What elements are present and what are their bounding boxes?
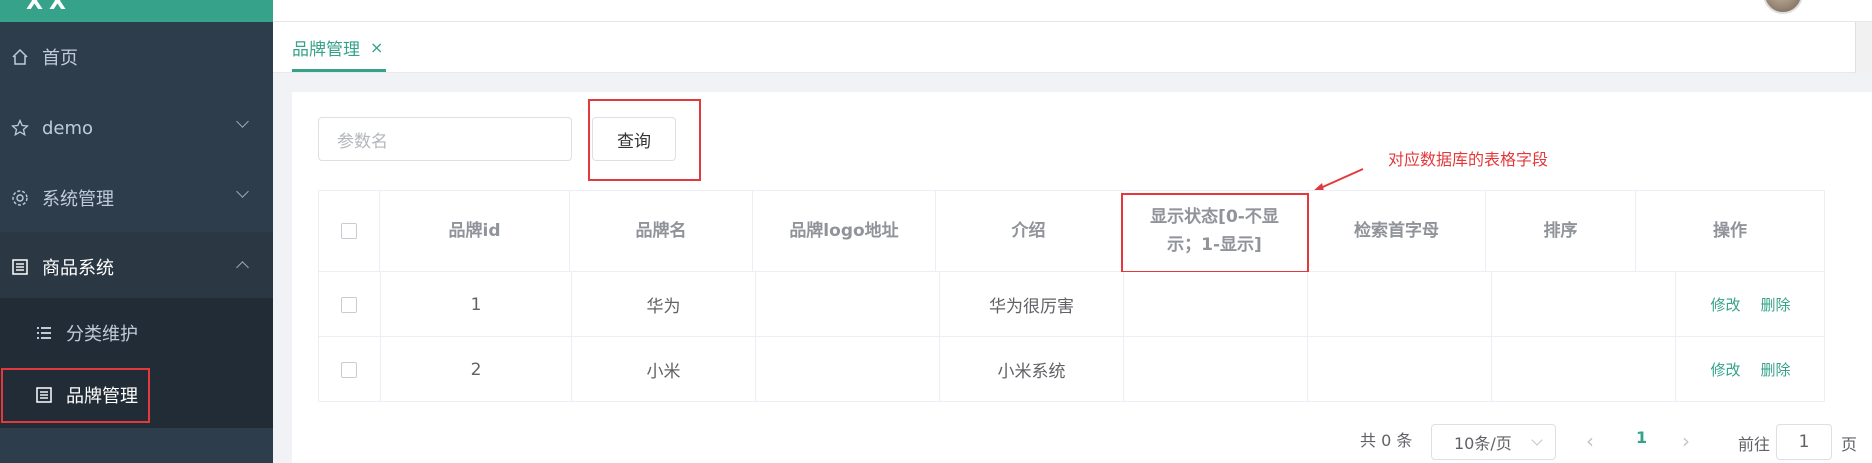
sidebar-item-system[interactable]: 系统管理 xyxy=(0,163,273,233)
sidebar-subitem-label: 分类维护 xyxy=(66,324,138,345)
search-input[interactable]: 参数名 xyxy=(318,117,572,161)
scrollbar[interactable] xyxy=(1855,22,1872,73)
table-cell xyxy=(756,272,940,337)
chevron-up-icon xyxy=(236,261,249,274)
annotation-text: 对应数据库的表格字段 xyxy=(1388,150,1549,169)
table-header-cell: 检索首字母 xyxy=(1308,190,1486,272)
tab-active-indicator xyxy=(292,69,386,72)
page-size-select[interactable]: 10条/页 xyxy=(1431,424,1556,460)
row-select xyxy=(318,272,381,337)
highlight-box xyxy=(1,368,150,423)
next-page-icon[interactable]: › xyxy=(1682,429,1694,453)
top-header xyxy=(273,0,1872,22)
table-cell: 2 xyxy=(381,337,572,402)
tab-brand-management[interactable]: 品牌管理 × xyxy=(292,22,383,73)
page-suffix: 页 xyxy=(1841,435,1858,454)
sidebar-item-label: 商品系统 xyxy=(42,258,114,279)
chevron-down-icon xyxy=(236,115,249,128)
brand-title: XX xyxy=(26,0,72,15)
table-cell xyxy=(1492,272,1676,337)
tab-label: 品牌管理 xyxy=(292,40,360,60)
chevron-down-icon xyxy=(1531,434,1543,446)
goto-page-input[interactable]: 1 xyxy=(1776,424,1832,460)
brand-bar: XX xyxy=(0,0,273,22)
delete-link[interactable]: 删除 xyxy=(1761,359,1791,380)
table-header-cell: 操作 xyxy=(1636,190,1825,272)
select-all-checkbox[interactable] xyxy=(340,223,357,239)
sidebar-item-label: demo xyxy=(42,117,94,139)
delete-link[interactable]: 删除 xyxy=(1761,294,1791,315)
star-icon xyxy=(10,118,30,138)
home-icon xyxy=(10,47,30,67)
search-placeholder: 参数名 xyxy=(337,131,388,152)
sidebar-item-home[interactable]: 首页 xyxy=(0,22,273,92)
table-cell: 小米系统 xyxy=(940,337,1124,402)
table-header-cell: 品牌id xyxy=(380,190,570,272)
edit-link[interactable]: 修改 xyxy=(1710,359,1740,380)
table-cell xyxy=(1124,272,1308,337)
row-select xyxy=(318,337,381,402)
table-cell: 华为 xyxy=(572,272,756,337)
page-number[interactable]: 1 xyxy=(1636,428,1647,447)
goto-label: 前往 xyxy=(1738,435,1771,454)
table-header-select xyxy=(318,190,380,272)
highlight-box xyxy=(1121,193,1309,273)
prev-page-icon[interactable]: ‹ xyxy=(1586,429,1598,453)
chevron-down-icon xyxy=(236,185,249,198)
sidebar-item-product-system[interactable]: 商品系统 xyxy=(0,232,273,302)
table-header-cell: 品牌logo地址 xyxy=(753,190,936,272)
table-header-cell: 品牌名 xyxy=(570,190,753,272)
close-icon[interactable]: × xyxy=(370,38,383,57)
sidebar-item-label: 系统管理 xyxy=(42,189,114,210)
table-cell xyxy=(756,337,940,402)
tabs-bar xyxy=(273,22,1855,73)
table-cell xyxy=(1308,272,1492,337)
table-cell-actions: 修改 删除 xyxy=(1676,337,1825,402)
table-cell: 1 xyxy=(381,272,572,337)
document-icon xyxy=(10,257,30,277)
sidebar-item-demo[interactable]: demo xyxy=(0,93,273,163)
row-checkbox[interactable] xyxy=(341,296,357,313)
table-cell: 华为很厉害 xyxy=(940,272,1124,337)
table-cell xyxy=(1492,337,1676,402)
gear-icon xyxy=(10,188,30,208)
pagination-total: 共 0 条 xyxy=(1360,431,1413,450)
edit-link[interactable]: 修改 xyxy=(1710,294,1740,315)
sidebar-item-label: 首页 xyxy=(42,48,78,69)
table-header-cell: 排序 xyxy=(1486,190,1636,272)
highlight-box xyxy=(588,99,701,181)
sidebar-subitem-category[interactable]: 分类维护 xyxy=(0,303,273,363)
table-cell: 小米 xyxy=(572,337,756,402)
table-cell xyxy=(1124,337,1308,402)
list-icon xyxy=(34,323,54,343)
table-cell xyxy=(1308,337,1492,402)
table-cell-actions: 修改 删除 xyxy=(1676,272,1825,337)
table-header-cell: 介绍 xyxy=(936,190,1122,272)
row-checkbox[interactable] xyxy=(341,361,357,378)
page-size-value: 10条/页 xyxy=(1454,434,1512,453)
